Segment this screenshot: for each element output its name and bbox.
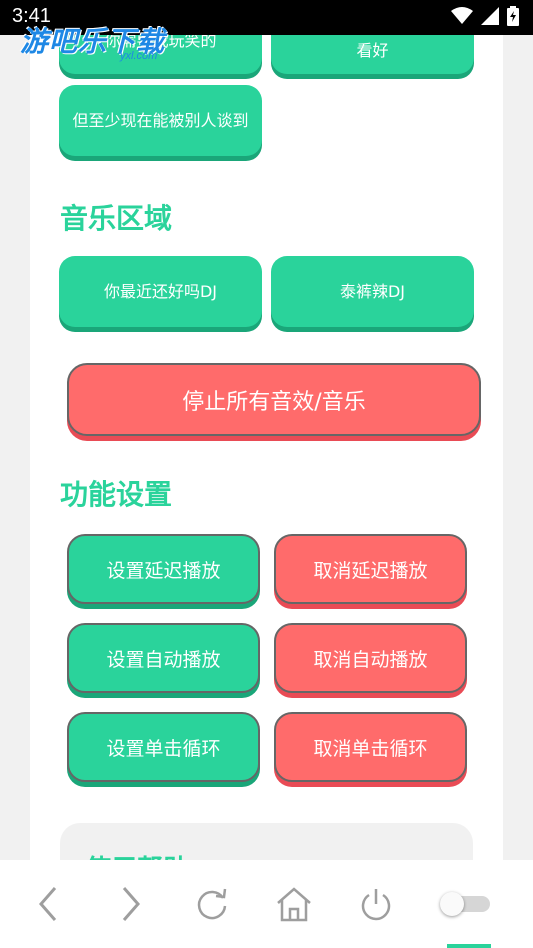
- forward-button[interactable]: [110, 884, 150, 924]
- watermark-domain: yxl.com: [120, 50, 158, 62]
- toggle-knob: [440, 892, 464, 916]
- help-card-title: 使用帮助: [85, 849, 189, 860]
- sound-button[interactable]: 看好: [271, 35, 474, 74]
- power-icon: [361, 889, 391, 921]
- settings-section-title: 功能设置: [60, 478, 173, 511]
- power-button[interactable]: [356, 884, 396, 924]
- bottom-indicator: [447, 944, 491, 948]
- sound-button-label: 看好: [356, 40, 389, 60]
- home-icon: [277, 887, 311, 922]
- help-card: 使用帮助: [60, 823, 473, 860]
- sound-button[interactable]: 但至少现在能被别人谈到: [59, 85, 262, 156]
- set-click-loop-label: 设置单击循环: [106, 737, 221, 760]
- music-button-label: 你最近还好吗DJ: [103, 281, 218, 301]
- toggle-switch[interactable]: [440, 892, 492, 916]
- set-delay-play-button[interactable]: 设置延迟播放: [67, 534, 260, 604]
- cancel-delay-play-button[interactable]: 取消延迟播放: [274, 534, 467, 604]
- main-content: 你需要我玩笑的 看好 但至少现在能被别人谈到 音乐区域 你最近还好吗DJ 泰裤辣…: [30, 35, 503, 860]
- set-delay-play-label: 设置延迟播放: [106, 559, 221, 582]
- cancel-auto-play-label: 取消自动播放: [313, 648, 428, 671]
- wifi-icon: [451, 7, 473, 24]
- cancel-click-loop-button[interactable]: 取消单击循环: [274, 712, 467, 782]
- refresh-button[interactable]: [192, 884, 232, 924]
- signal-icon: [481, 7, 499, 25]
- cancel-auto-play-button[interactable]: 取消自动播放: [274, 623, 467, 693]
- refresh-icon: [197, 888, 227, 920]
- forward-icon: [122, 887, 140, 921]
- music-button[interactable]: 泰裤辣DJ: [271, 256, 474, 327]
- set-click-loop-button[interactable]: 设置单击循环: [67, 712, 260, 782]
- watermark-logo: 游吧乐下载 yxl.com: [20, 20, 165, 62]
- back-icon: [39, 887, 57, 921]
- music-button-label: 泰裤辣DJ: [339, 281, 406, 301]
- status-icons: [451, 6, 519, 26]
- stop-all-label: 停止所有音效/音乐: [182, 389, 366, 415]
- back-button[interactable]: [29, 884, 69, 924]
- stop-all-button[interactable]: 停止所有音效/音乐: [67, 363, 481, 436]
- set-auto-play-label: 设置自动播放: [106, 648, 221, 671]
- cancel-delay-play-label: 取消延迟播放: [313, 559, 428, 582]
- music-button[interactable]: 你最近还好吗DJ: [59, 256, 262, 327]
- music-section-title: 音乐区域: [60, 202, 173, 235]
- bottom-nav-bar: [0, 860, 533, 948]
- home-button[interactable]: [274, 884, 314, 924]
- battery-icon: [507, 6, 519, 26]
- cancel-click-loop-label: 取消单击循环: [313, 737, 428, 760]
- set-auto-play-button[interactable]: 设置自动播放: [67, 623, 260, 693]
- sound-button-label: 但至少现在能被别人谈到: [72, 110, 249, 130]
